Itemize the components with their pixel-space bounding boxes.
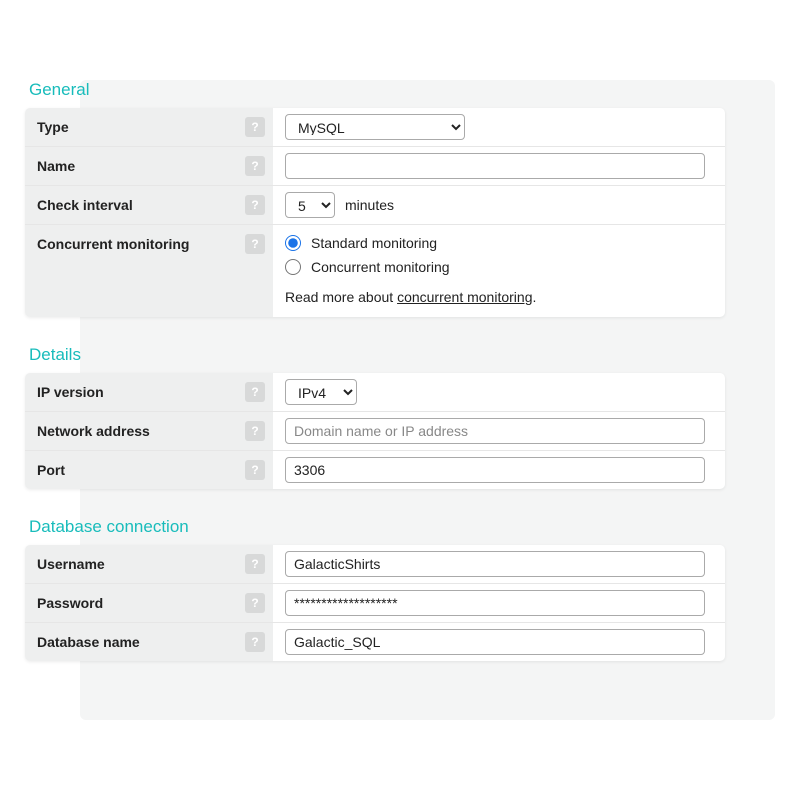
dbname-input[interactable] [285,629,705,655]
name-input[interactable] [285,153,705,179]
section-general: General Type ? MySQL Name ? [25,80,775,317]
label-cell-ipver: IP version ? [25,373,273,411]
card-details: IP version ? IPv4 Network address ? [25,373,725,489]
help-icon[interactable]: ? [245,156,265,176]
readmore-prefix: Read more about [285,289,397,305]
label-cell-type: Type ? [25,108,273,146]
section-title-db: Database connection [29,517,775,537]
label-type: Type [37,117,69,135]
value-cell-username [273,545,725,583]
value-cell-name [273,147,725,185]
label-username: Username [37,554,105,572]
label-addr: Network address [37,421,150,439]
value-cell-ipver: IPv4 [273,373,725,411]
label-cell-port: Port ? [25,451,273,489]
radio-line-standard[interactable]: Standard monitoring [285,235,713,251]
readmore-text: Read more about concurrent monitoring. [285,289,713,305]
type-select[interactable]: MySQL [285,114,465,140]
password-input[interactable] [285,590,705,616]
label-port: Port [37,460,65,478]
label-cell-name: Name ? [25,147,273,185]
concurrent-radio-group: Standard monitoring Concurrent monitorin… [285,231,713,311]
section-title-details: Details [29,345,775,365]
port-input[interactable] [285,457,705,483]
label-cell-username: Username ? [25,545,273,583]
row-name: Name ? [25,147,725,186]
username-input[interactable] [285,551,705,577]
section-details: Details IP version ? IPv4 Network addres… [25,345,775,489]
interval-unit: minutes [345,197,394,213]
value-cell-type: MySQL [273,108,725,146]
addr-input[interactable] [285,418,705,444]
label-cell-interval: Check interval ? [25,186,273,224]
label-concurrent: Concurrent monitoring [37,234,189,252]
row-password: Password ? [25,584,725,623]
value-cell-port [273,451,725,489]
label-cell-concurrent: Concurrent monitoring ? [25,225,273,317]
readmore-suffix: . [532,289,536,305]
radio-concurrent[interactable] [285,259,301,275]
readmore-link[interactable]: concurrent monitoring [397,289,532,305]
row-ipver: IP version ? IPv4 [25,373,725,412]
row-concurrent: Concurrent monitoring ? Standard monitor… [25,225,725,317]
card-general: Type ? MySQL Name ? [25,108,725,317]
row-addr: Network address ? [25,412,725,451]
interval-select[interactable]: 5 [285,192,335,218]
value-cell-password [273,584,725,622]
label-ipver: IP version [37,382,104,400]
value-cell-concurrent: Standard monitoring Concurrent monitorin… [273,225,725,317]
help-icon[interactable]: ? [245,460,265,480]
ipver-select[interactable]: IPv4 [285,379,357,405]
section-title-general: General [29,80,775,100]
radio-concurrent-label: Concurrent monitoring [311,259,450,275]
row-interval: Check interval ? 5 minutes [25,186,725,225]
label-name: Name [37,156,75,174]
label-password: Password [37,593,103,611]
value-cell-interval: 5 minutes [273,186,725,224]
value-cell-dbname [273,623,725,661]
help-icon[interactable]: ? [245,117,265,137]
help-icon[interactable]: ? [245,195,265,215]
label-cell-addr: Network address ? [25,412,273,450]
radio-standard-label: Standard monitoring [311,235,437,251]
card-db: Username ? Password ? Database name [25,545,725,661]
label-cell-dbname: Database name ? [25,623,273,661]
value-cell-addr [273,412,725,450]
help-icon[interactable]: ? [245,234,265,254]
label-cell-password: Password ? [25,584,273,622]
help-icon[interactable]: ? [245,593,265,613]
row-port: Port ? [25,451,725,489]
help-icon[interactable]: ? [245,632,265,652]
help-icon[interactable]: ? [245,554,265,574]
row-dbname: Database name ? [25,623,725,661]
radio-line-concurrent[interactable]: Concurrent monitoring [285,259,713,275]
help-icon[interactable]: ? [245,421,265,441]
help-icon[interactable]: ? [245,382,265,402]
row-type: Type ? MySQL [25,108,725,147]
section-db: Database connection Username ? Password … [25,517,775,661]
label-dbname: Database name [37,632,140,650]
row-username: Username ? [25,545,725,584]
radio-standard[interactable] [285,235,301,251]
label-interval: Check interval [37,195,133,213]
